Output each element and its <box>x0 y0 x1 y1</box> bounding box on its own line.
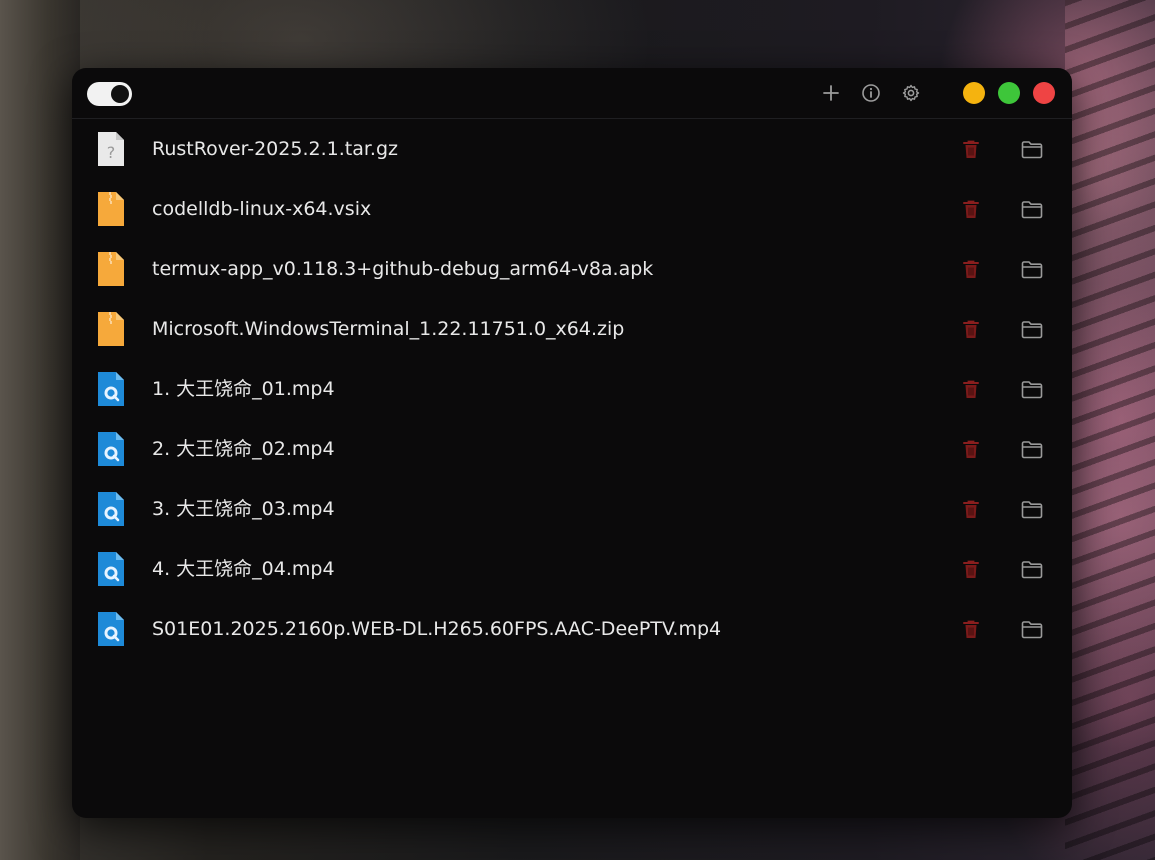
trash-icon[interactable] <box>960 378 982 400</box>
file-name: 2. 大王饶命_02.mp4 <box>152 438 335 460</box>
file-row[interactable]: S01E01.2025.2160p.WEB-DL.H265.60FPS.AAC-… <box>72 599 1072 659</box>
info-icon[interactable] <box>860 82 882 104</box>
wallpaper-blossoms <box>1065 0 1155 860</box>
trash-icon[interactable] <box>960 498 982 520</box>
file-name: Microsoft.WindowsTerminal_1.22.11751.0_x… <box>152 318 625 340</box>
file-row[interactable]: 1. 大王饶命_01.mp4 <box>72 359 1072 419</box>
video-file-icon <box>96 371 126 407</box>
trash-icon[interactable] <box>960 258 982 280</box>
maximize-button[interactable] <box>998 82 1020 104</box>
folder-icon[interactable] <box>1020 498 1044 520</box>
file-name: 3. 大王饶命_03.mp4 <box>152 498 335 520</box>
file-row[interactable]: 2. 大王饶命_02.mp4 <box>72 419 1072 479</box>
file-name: 1. 大王饶命_01.mp4 <box>152 378 335 400</box>
file-row[interactable]: 4. 大王饶命_04.mp4 <box>72 539 1072 599</box>
video-file-icon <box>96 551 126 587</box>
file-name: S01E01.2025.2160p.WEB-DL.H265.60FPS.AAC-… <box>152 618 722 640</box>
folder-icon[interactable] <box>1020 198 1044 220</box>
trash-icon[interactable] <box>960 438 982 460</box>
file-name: codelldb-linux-x64.vsix <box>152 198 372 220</box>
svg-text:?: ? <box>107 143 116 162</box>
folder-icon[interactable] <box>1020 258 1044 280</box>
video-file-icon <box>96 611 126 647</box>
wallpaper-trunk <box>0 0 80 860</box>
folder-icon[interactable] <box>1020 318 1044 340</box>
archive-file-icon <box>96 191 126 227</box>
archive-file-icon <box>96 311 126 347</box>
file-row[interactable]: Microsoft.WindowsTerminal_1.22.11751.0_x… <box>72 299 1072 359</box>
toggle-switch[interactable] <box>87 82 132 106</box>
folder-icon[interactable] <box>1020 138 1044 160</box>
folder-icon[interactable] <box>1020 618 1044 640</box>
file-name: 4. 大王饶命_04.mp4 <box>152 558 335 580</box>
trash-icon[interactable] <box>960 558 982 580</box>
minimize-button[interactable] <box>963 82 985 104</box>
trash-icon[interactable] <box>960 618 982 640</box>
download-manager-window: ? RustRover-2025.2.1.tar.gz codelldb-lin… <box>72 68 1072 818</box>
gear-icon[interactable] <box>900 82 922 104</box>
toggle-knob <box>111 85 129 103</box>
trash-icon[interactable] <box>960 138 982 160</box>
file-list: ? RustRover-2025.2.1.tar.gz codelldb-lin… <box>72 119 1072 659</box>
video-file-icon <box>96 431 126 467</box>
trash-icon[interactable] <box>960 318 982 340</box>
file-row[interactable]: termux-app_v0.118.3+github-debug_arm64-v… <box>72 239 1072 299</box>
folder-icon[interactable] <box>1020 558 1044 580</box>
plus-icon[interactable] <box>820 82 842 104</box>
folder-icon[interactable] <box>1020 438 1044 460</box>
titlebar <box>72 68 1072 119</box>
close-button[interactable] <box>1033 82 1055 104</box>
trash-icon[interactable] <box>960 198 982 220</box>
archive-file-icon <box>96 251 126 287</box>
folder-icon[interactable] <box>1020 378 1044 400</box>
file-row[interactable]: 3. 大王饶命_03.mp4 <box>72 479 1072 539</box>
file-name: termux-app_v0.118.3+github-debug_arm64-v… <box>152 258 654 280</box>
video-file-icon <box>96 491 126 527</box>
file-name: RustRover-2025.2.1.tar.gz <box>152 138 398 160</box>
file-row[interactable]: ? RustRover-2025.2.1.tar.gz <box>72 119 1072 179</box>
unknown-file-icon: ? <box>96 131 126 167</box>
file-row[interactable]: codelldb-linux-x64.vsix <box>72 179 1072 239</box>
